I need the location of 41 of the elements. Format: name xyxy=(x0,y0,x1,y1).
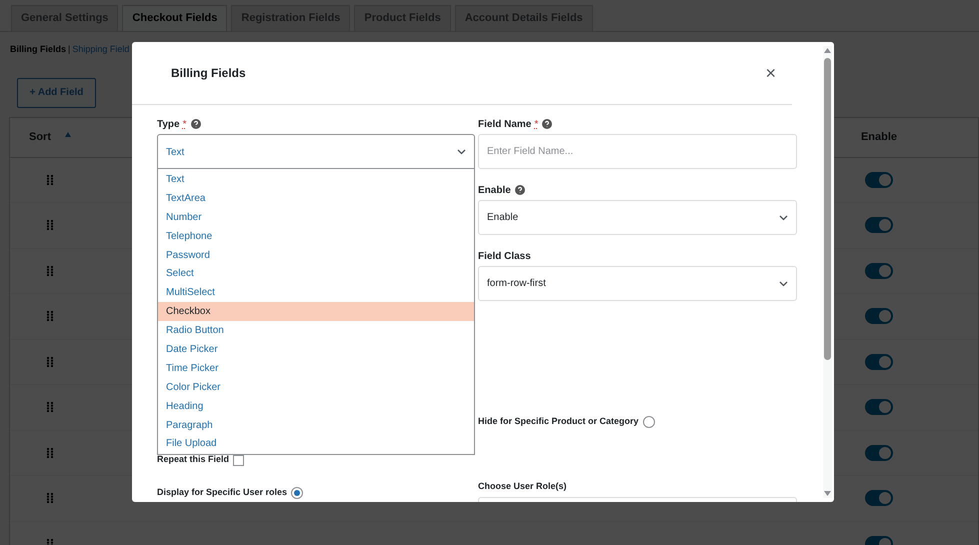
field-label: Field Class xyxy=(478,250,531,264)
checkbox[interactable] xyxy=(233,454,244,466)
dropdown-option[interactable]: Time Picker xyxy=(158,358,474,378)
dropdown-option[interactable]: Paragraph xyxy=(158,416,474,434)
dropdown-option[interactable]: Color Picker xyxy=(158,378,474,397)
radio-label: Display for Specific User roles xyxy=(157,486,288,500)
field-label: Choose User Role(s) xyxy=(478,480,568,493)
field-label: Enable xyxy=(478,184,511,198)
dropdown-option[interactable]: MultiSelect xyxy=(158,283,474,302)
radio-button[interactable] xyxy=(642,416,655,428)
scroll-up-arrow-icon[interactable] xyxy=(824,48,831,53)
chevron-down-icon xyxy=(457,149,466,155)
dropdown-option[interactable]: Radio Button xyxy=(158,321,474,340)
dropdown-option[interactable]: Telephone xyxy=(158,226,474,246)
required-mark: * xyxy=(534,118,538,132)
dropdown-option[interactable]: Text xyxy=(158,170,474,189)
field-label: Field Name xyxy=(478,118,532,132)
chevron-down-icon xyxy=(779,280,788,286)
radio-label: Hide for Specific Product or Category xyxy=(478,415,639,428)
dropdown-option[interactable]: Checkbox xyxy=(158,302,474,322)
dropdown-option[interactable]: Number xyxy=(158,208,474,227)
checkbox-label: Repeat this Field xyxy=(157,453,230,466)
field-class-select[interactable]: form-row-first xyxy=(478,266,797,301)
dropdown-option[interactable]: Password xyxy=(158,246,474,264)
scroll-down-arrow-icon[interactable] xyxy=(824,491,831,496)
dropdown-option[interactable]: Select xyxy=(158,264,474,284)
scrollbar-thumb[interactable] xyxy=(824,58,831,360)
field-label: Type xyxy=(157,118,180,132)
dropdown-option[interactable]: Date Picker xyxy=(158,340,474,359)
required-mark: * xyxy=(182,118,187,132)
chevron-down-icon xyxy=(779,214,788,220)
dropdown-option[interactable]: TextArea xyxy=(158,188,474,208)
separator: | xyxy=(68,43,70,56)
modal-title: Billing Fields xyxy=(171,65,246,82)
enable-select[interactable]: Enable xyxy=(478,200,797,235)
column-header: Enable xyxy=(860,130,898,145)
radio-button[interactable] xyxy=(291,487,304,499)
dropdown-option[interactable]: Heading xyxy=(158,396,474,416)
close-button[interactable]: × xyxy=(765,64,776,82)
dropdown-option[interactable]: File Upload xyxy=(158,434,474,454)
field-name-input[interactable]: Enter Field Name... xyxy=(478,134,797,169)
